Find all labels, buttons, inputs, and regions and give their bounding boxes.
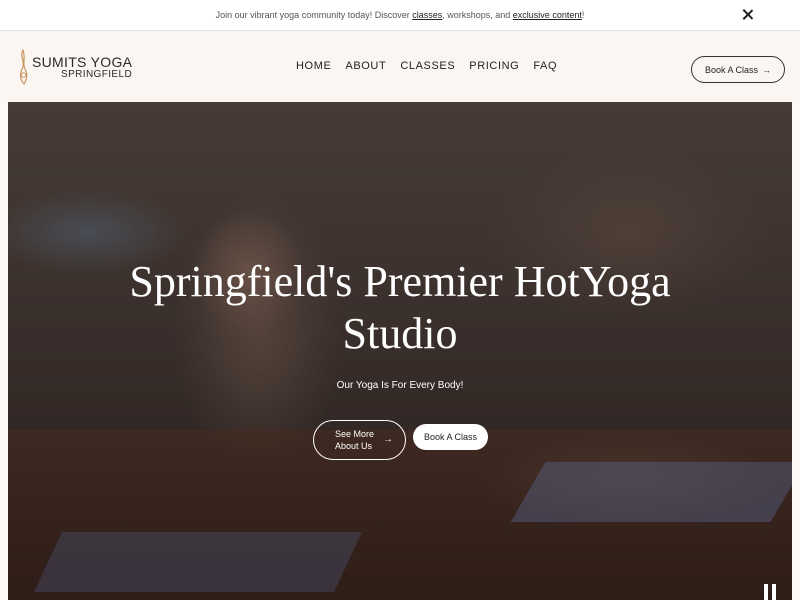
- logo-flame-icon: [19, 49, 28, 85]
- hero-video: Springfield's Premier HotYoga Studio Our…: [8, 102, 792, 600]
- hero-title-line-2: Studio: [342, 309, 458, 358]
- pause-icon[interactable]: [763, 584, 777, 600]
- classes-link[interactable]: classes: [412, 10, 442, 20]
- announcement-text-middle: , workshops, and: [442, 10, 513, 20]
- site-header: SUMITS YOGA SPRINGFIELD HOME ABOUT CLASS…: [0, 31, 800, 102]
- exclusive-content-link[interactable]: exclusive content: [513, 10, 582, 20]
- header-book-class-button[interactable]: Book A Class →: [691, 56, 785, 83]
- announcement-text-start: Join our vibrant yoga community today! D…: [215, 10, 413, 20]
- hero-title: Springfield's Premier HotYoga Studio: [8, 256, 792, 360]
- hero-book-class-button[interactable]: Book A Class: [413, 424, 488, 450]
- nav-classes[interactable]: CLASSES: [400, 60, 455, 72]
- announcement-text: Join our vibrant yoga community today! D…: [216, 10, 585, 20]
- announcement-text-end: !: [581, 10, 585, 20]
- arrow-right-icon: →: [762, 64, 772, 75]
- hero-title-line-1: Springfield's Premier HotYoga: [129, 257, 671, 306]
- nav-pricing[interactable]: PRICING: [469, 60, 519, 72]
- logo[interactable]: SUMITS YOGA SPRINGFIELD: [17, 49, 132, 85]
- nav-faq[interactable]: FAQ: [533, 60, 557, 72]
- logo-main: SUMITS YOGA: [32, 54, 133, 70]
- see-more-label: See More About Us: [335, 429, 375, 451]
- logo-sub: SPRINGFIELD: [61, 69, 133, 80]
- announcement-bar: Join our vibrant yoga community today! D…: [0, 0, 800, 31]
- nav-about[interactable]: ABOUT: [345, 60, 386, 72]
- close-icon[interactable]: [740, 7, 756, 23]
- main-nav: HOME ABOUT CLASSES PRICING FAQ: [296, 60, 571, 72]
- hero-subtitle: Our Yoga Is For Every Body!: [336, 380, 464, 391]
- see-more-about-us-button[interactable]: See More About Us →: [313, 420, 406, 460]
- logo-text: SUMITS YOGA SPRINGFIELD: [32, 49, 132, 80]
- arrow-right-icon: →: [383, 434, 393, 445]
- nav-home[interactable]: HOME: [296, 60, 331, 72]
- header-book-class-label: Book A Class: [704, 64, 759, 75]
